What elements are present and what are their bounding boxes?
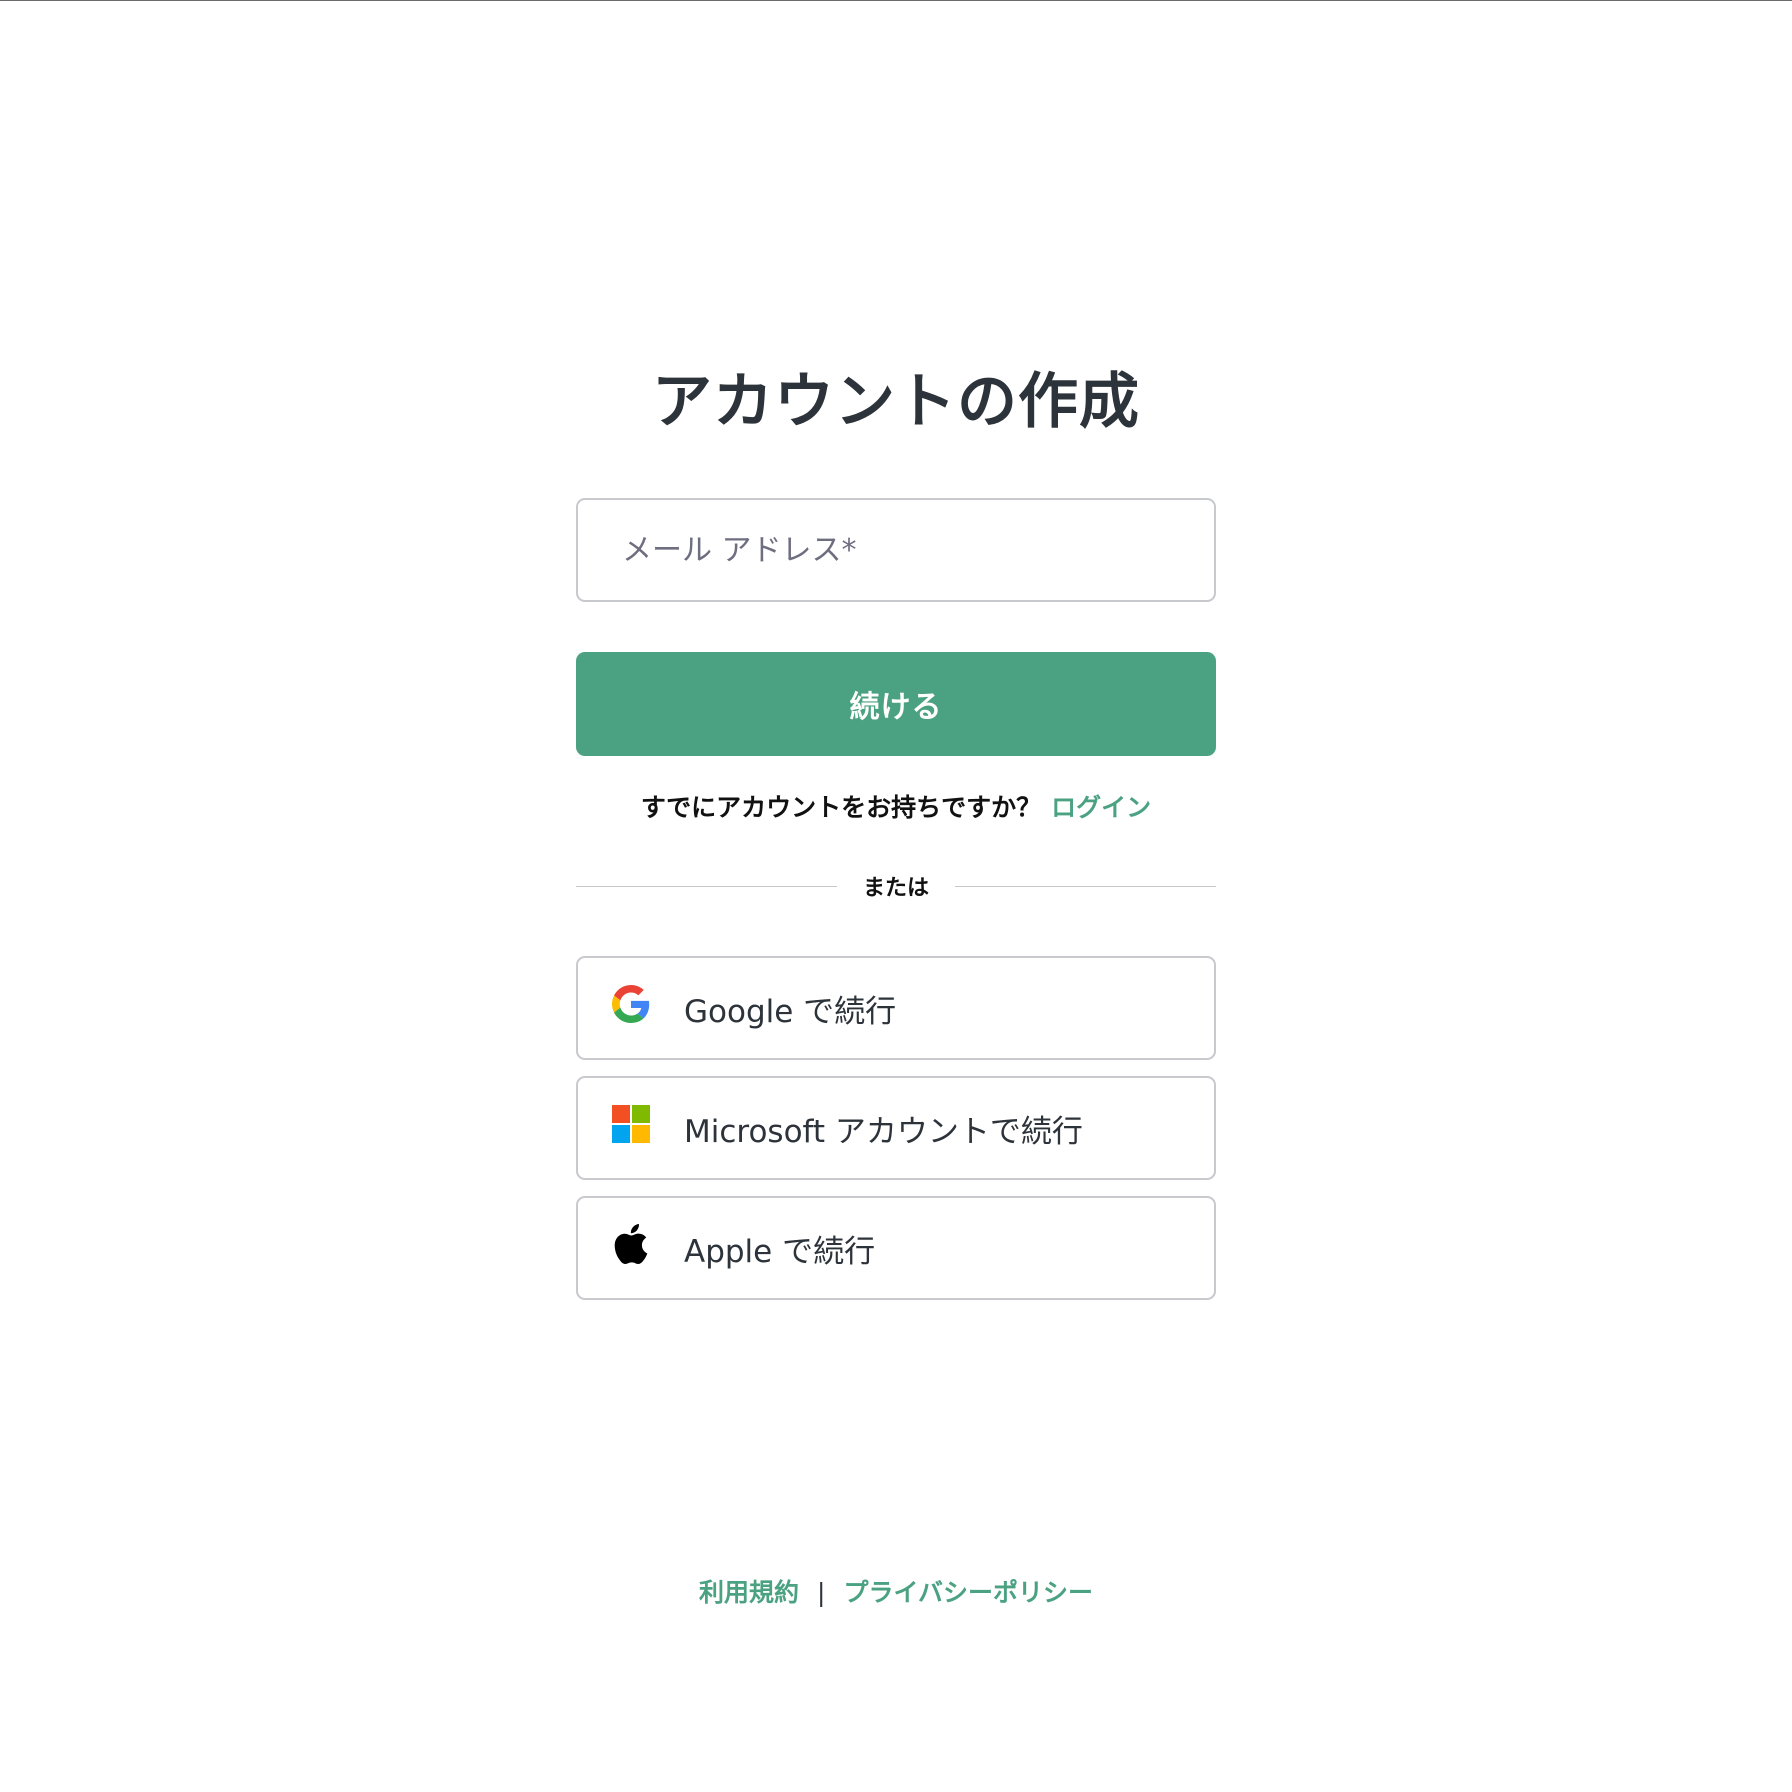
footer-separator: | — [817, 1578, 826, 1607]
microsoft-login-label: Microsoft アカウントで続行 — [684, 1113, 1083, 1150]
google-icon — [612, 985, 650, 1023]
apple-login-button[interactable]: Apple で続行 — [576, 1196, 1216, 1300]
apple-icon — [612, 1224, 650, 1264]
page-title: アカウントの作成 — [652, 367, 1140, 437]
microsoft-icon — [612, 1105, 650, 1143]
login-prompt-text: すでにアカウントをお持ちですか？ — [640, 793, 1042, 822]
footer-links: 利用規約 | プライバシーポリシー — [0, 1573, 1792, 1609]
google-login-label: Google で続行 — [684, 993, 897, 1030]
signup-page: アカウントの作成 続ける すでにアカウントをお持ちですか？ ログイン または — [0, 0, 1792, 1792]
terms-link[interactable]: 利用規約 — [699, 1578, 799, 1607]
or-divider: または — [576, 868, 1217, 904]
divider-text: または — [863, 876, 930, 901]
apple-login-label: Apple で続行 — [684, 1233, 876, 1270]
microsoft-login-button[interactable]: Microsoft アカウントで続行 — [576, 1076, 1216, 1180]
privacy-link[interactable]: プライバシーポリシー — [843, 1578, 1093, 1607]
signup-form: アカウントの作成 続ける すでにアカウントをお持ちですか？ ログイン または — [576, 361, 1217, 1316]
login-link[interactable]: ログイン — [1051, 793, 1151, 822]
email-field[interactable] — [576, 498, 1216, 602]
continue-button[interactable]: 続ける — [576, 652, 1216, 756]
email-input[interactable] — [620, 531, 1214, 569]
social-login-list: Google で続行 Microsoft アカウントで続行 Apple で続行 — [576, 956, 1216, 1300]
login-prompt: すでにアカウントをお持ちですか？ ログイン — [576, 784, 1216, 832]
divider-line-left — [576, 885, 837, 887]
divider-line-right — [955, 885, 1217, 887]
google-login-button[interactable]: Google で続行 — [576, 956, 1216, 1060]
